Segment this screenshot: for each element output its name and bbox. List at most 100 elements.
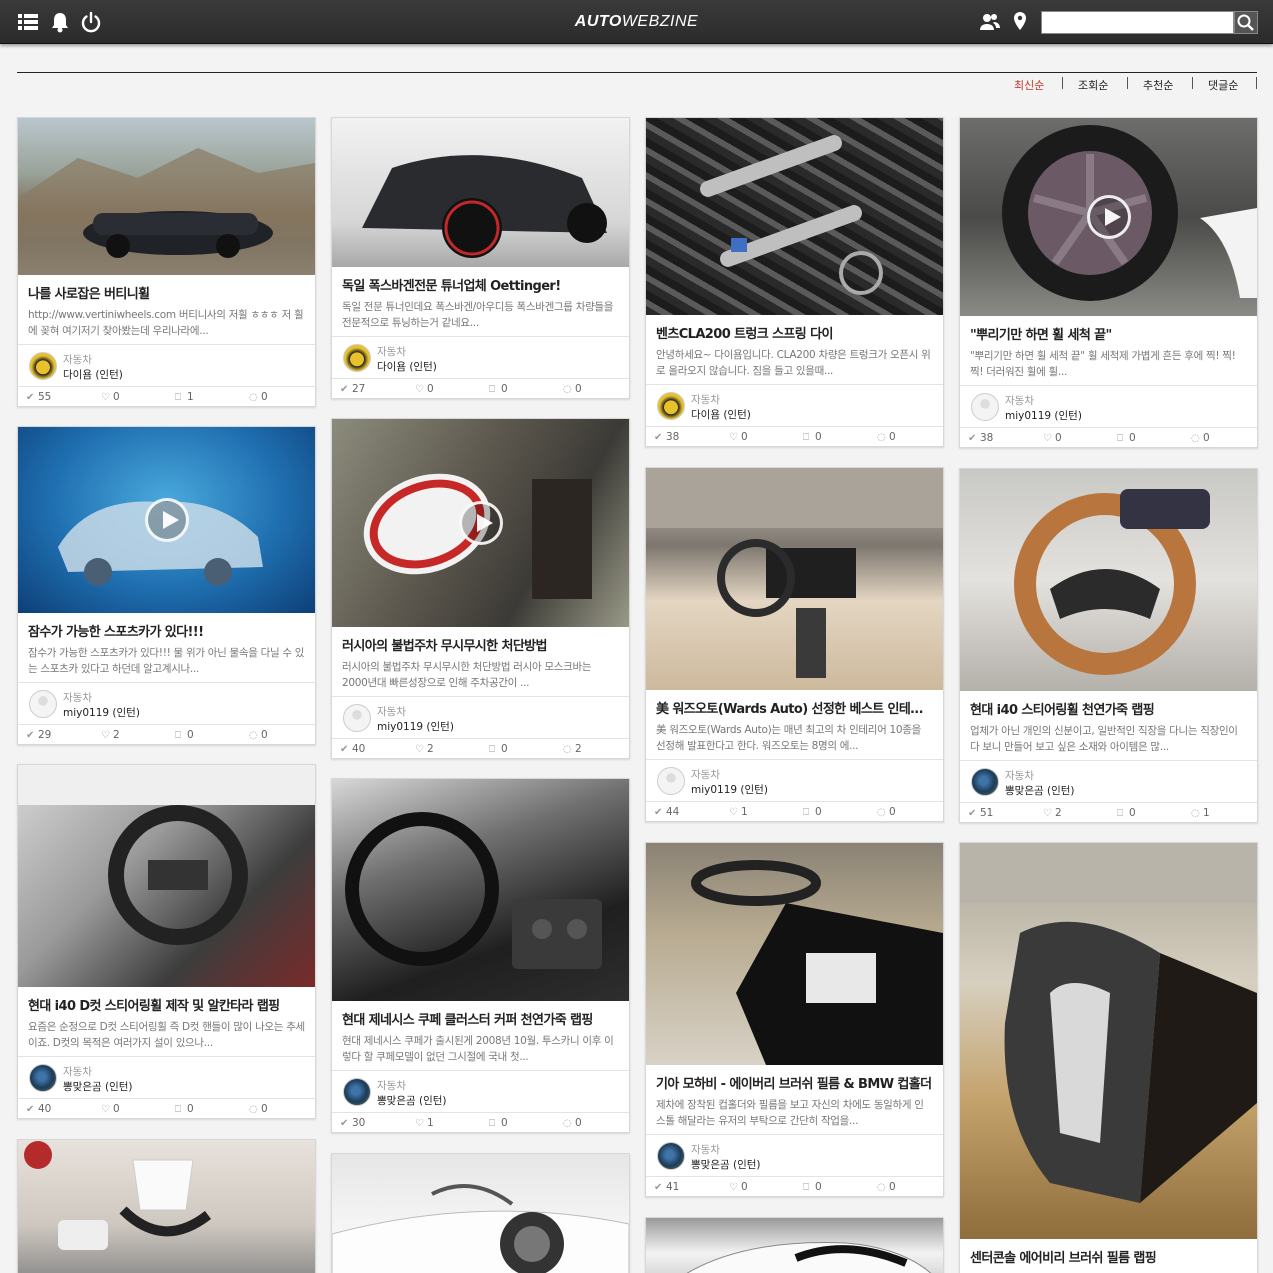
- post-card[interactable]: 러시아의 불법주차 무시무시한 처단방법 러시아의 불법주차 무시무시한 처단방…: [331, 418, 630, 759]
- author-name[interactable]: miy0119 (인턴): [377, 719, 454, 734]
- author-name[interactable]: 뽕맞은곰 (인턴): [691, 1157, 761, 1172]
- post-card[interactable]: 센터콘솔 에어비리 브러쉬 필름 랩핑: [959, 842, 1258, 1273]
- post-title[interactable]: 기아 모하비 - 에이버리 브러쉬 필름 & BMW 컵홀더: [646, 1065, 943, 1092]
- post-title[interactable]: 美 워즈오토(Wards Auto) 선정한 베스트 인테리어 T...: [646, 690, 943, 717]
- bookmark-count[interactable]: ⎕ 1: [175, 391, 194, 403]
- post-title[interactable]: 잠수가 가능한 스포츠카가 있다!!!: [18, 613, 315, 640]
- avatar[interactable]: [971, 768, 999, 796]
- bookmark-count[interactable]: ⎕ 0: [175, 729, 194, 741]
- avatar[interactable]: [971, 393, 999, 421]
- author-name[interactable]: miy0119 (인턴): [63, 705, 140, 720]
- post-card[interactable]: 독일 폭스바겐전문 튜너업체 Oettinger! 독일 전문 튜너인데요 폭스…: [331, 117, 630, 399]
- post-card[interactable]: [645, 1217, 944, 1273]
- like-count[interactable]: ♡ 2: [1043, 807, 1062, 819]
- bookmark-count[interactable]: ⎕ 0: [175, 1103, 194, 1115]
- post-card[interactable]: 美 워즈오토(Wards Auto) 선정한 베스트 인테리어 T... 美 워…: [645, 467, 944, 822]
- post-thumbnail[interactable]: [332, 118, 629, 267]
- post-thumbnail[interactable]: [18, 118, 315, 275]
- like-count[interactable]: ♡ 0: [101, 391, 120, 403]
- post-card[interactable]: 나를 사로잡은 버티니휠 http://www.vertiniwheels.co…: [17, 117, 316, 407]
- like-count[interactable]: ♡ 0: [729, 431, 748, 443]
- avatar[interactable]: [29, 690, 57, 718]
- like-count[interactable]: ♡ 0: [415, 383, 434, 395]
- author-name[interactable]: 다이욤 (인턴): [377, 359, 437, 374]
- like-count[interactable]: ♡ 0: [1043, 432, 1062, 444]
- post-thumbnail[interactable]: [646, 118, 943, 315]
- post-thumbnail[interactable]: [646, 843, 943, 1065]
- comment-count[interactable]: ◌ 0: [249, 729, 268, 741]
- bookmark-count[interactable]: ⎕ 0: [489, 743, 508, 755]
- post-thumbnail[interactable]: [18, 765, 315, 987]
- post-title[interactable]: 현대 i40 D컷 스티어링휠 제작 및 알칸타라 랩핑: [18, 987, 315, 1014]
- post-title[interactable]: 독일 폭스바겐전문 튜너업체 Oettinger!: [332, 267, 629, 294]
- post-title[interactable]: "뿌리기만 하면 휠 세척 끝": [960, 316, 1257, 343]
- avatar[interactable]: [29, 1064, 57, 1092]
- bookmark-count[interactable]: ⎕ 0: [1117, 807, 1136, 819]
- post-title[interactable]: 나를 사로잡은 버티니휠: [18, 275, 315, 302]
- author-name[interactable]: 뽕맞은곰 (인턴): [63, 1079, 133, 1094]
- post-card[interactable]: "뿌리기만 하면 휠 세척 끝" "뿌리기만 하면 휠 세척 끝" 휠 세척제 …: [959, 117, 1258, 448]
- post-thumbnail[interactable]: [332, 779, 629, 1001]
- avatar[interactable]: [343, 704, 371, 732]
- bookmark-count[interactable]: ⎕ 0: [803, 1181, 822, 1193]
- author-name[interactable]: 뽕맞은곰 (인턴): [377, 1093, 447, 1108]
- avatar[interactable]: [343, 344, 371, 372]
- like-count[interactable]: ♡ 0: [101, 1103, 120, 1115]
- author-name[interactable]: 다이욤 (인턴): [691, 407, 751, 422]
- play-icon[interactable]: [144, 498, 189, 542]
- post-card[interactable]: 현대 i40 D컷 스티어링휠 제작 및 알칸타라 랩핑 요즘은 순정으로 D컷…: [17, 764, 316, 1119]
- play-icon[interactable]: [458, 501, 503, 545]
- avatar[interactable]: [657, 392, 685, 420]
- like-count[interactable]: ♡ 2: [101, 729, 120, 741]
- post-card[interactable]: 벤츠CLA200 트렁크 스프링 다이 안녕하세요~ 다이욤입니다. CLA20…: [645, 117, 944, 447]
- post-thumbnail[interactable]: [18, 1140, 315, 1273]
- avatar[interactable]: [29, 352, 57, 380]
- bookmark-count[interactable]: ⎕ 0: [803, 431, 822, 443]
- bookmark-count[interactable]: ⎕ 0: [489, 1117, 508, 1129]
- comment-count[interactable]: ◌ 0: [563, 383, 582, 395]
- post-title[interactable]: 현대 제네시스 쿠페 클러스터 커퍼 천연가죽 랩핑: [332, 1001, 629, 1028]
- sort-comments[interactable]: 댓글순: [1208, 77, 1238, 93]
- like-count[interactable]: ♡ 0: [729, 1181, 748, 1193]
- comment-count[interactable]: ◌ 0: [563, 1117, 582, 1129]
- author-name[interactable]: miy0119 (인턴): [691, 782, 768, 797]
- comment-count[interactable]: ◌ 0: [1191, 432, 1210, 444]
- like-count[interactable]: ♡ 2: [415, 743, 434, 755]
- avatar[interactable]: [657, 767, 685, 795]
- author-name[interactable]: miy0119 (인턴): [1005, 408, 1082, 423]
- post-thumbnail[interactable]: [960, 118, 1257, 316]
- comment-count[interactable]: ◌ 2: [563, 743, 582, 755]
- play-icon[interactable]: [1086, 195, 1131, 239]
- author-name[interactable]: 뽕맞은곰 (인턴): [1005, 783, 1075, 798]
- search-input[interactable]: [1041, 11, 1234, 34]
- comment-count[interactable]: ◌ 0: [249, 1103, 268, 1115]
- sort-views[interactable]: 조회순: [1078, 77, 1108, 93]
- author-name[interactable]: 다이욤 (인턴): [63, 367, 123, 382]
- bookmark-count[interactable]: ⎕ 0: [489, 383, 508, 395]
- post-thumbnail[interactable]: [332, 1154, 629, 1273]
- like-count[interactable]: ♡ 1: [415, 1117, 434, 1129]
- comment-count[interactable]: ◌ 0: [249, 391, 268, 403]
- post-thumbnail[interactable]: [332, 419, 629, 627]
- sort-recommend[interactable]: 추천순: [1143, 77, 1173, 93]
- avatar[interactable]: [657, 1142, 685, 1170]
- post-card[interactable]: 현대 i40 스티어링휠 천연가죽 랩핑 업체가 아닌 개인의 신분이고, 일반…: [959, 468, 1258, 823]
- post-card[interactable]: [331, 1153, 630, 1273]
- bookmark-count[interactable]: ⎕ 0: [803, 806, 822, 818]
- post-thumbnail[interactable]: [18, 427, 315, 613]
- post-thumbnail[interactable]: [960, 469, 1257, 691]
- post-thumbnail[interactable]: [646, 468, 943, 690]
- sort-latest[interactable]: 최신순: [1014, 77, 1044, 93]
- post-card[interactable]: 기아 모하비 - 에이버리 브러쉬 필름 & BMW 컵홀더 제차에 장착된 컵…: [645, 842, 944, 1197]
- post-card[interactable]: [17, 1139, 316, 1273]
- bookmark-count[interactable]: ⎕ 0: [1117, 432, 1136, 444]
- post-card[interactable]: 현대 제네시스 쿠페 클러스터 커퍼 천연가죽 랩핑 현대 제네시스 쿠페가 출…: [331, 778, 630, 1133]
- search-button[interactable]: [1234, 11, 1258, 34]
- post-thumbnail[interactable]: [960, 843, 1257, 1239]
- avatar[interactable]: [343, 1078, 371, 1106]
- comment-count[interactable]: ◌ 0: [877, 806, 896, 818]
- post-title[interactable]: 러시아의 불법주차 무시무시한 처단방법: [332, 627, 629, 654]
- post-thumbnail[interactable]: [646, 1218, 943, 1273]
- post-title[interactable]: 센터콘솔 에어비리 브러쉬 필름 랩핑: [960, 1239, 1257, 1266]
- comment-count[interactable]: ◌ 1: [1191, 807, 1210, 819]
